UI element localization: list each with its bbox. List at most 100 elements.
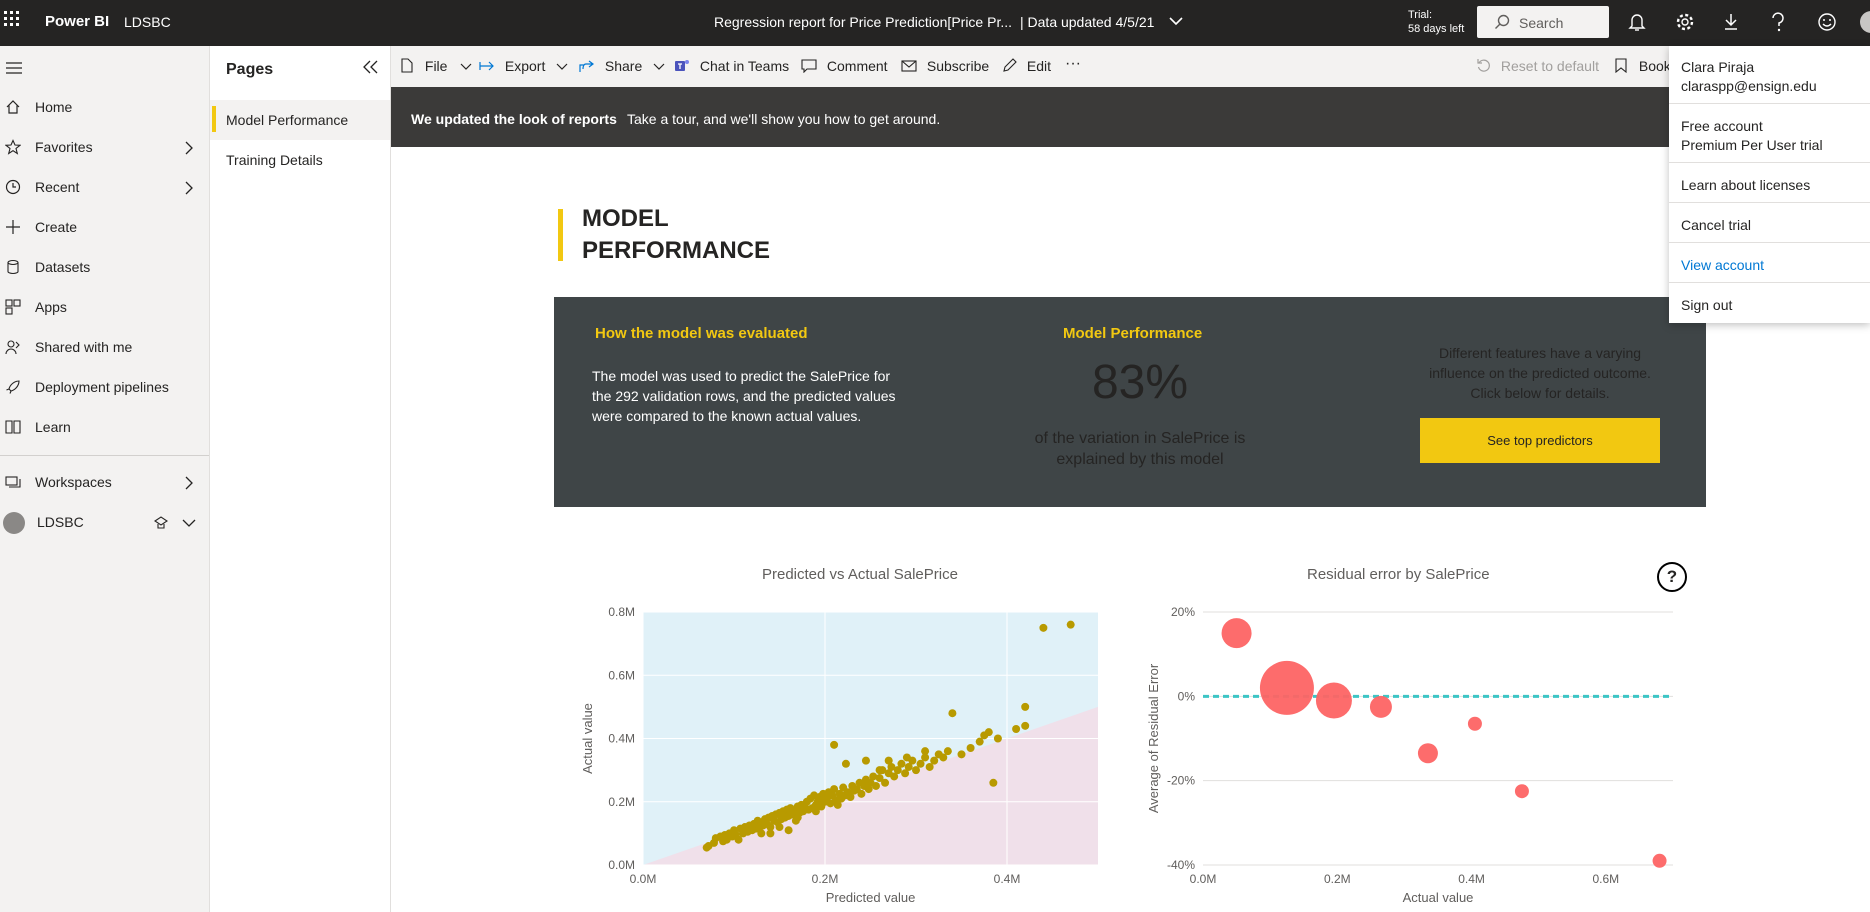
y-tick-label: 20% — [1171, 605, 1195, 619]
book-icon — [5, 420, 21, 434]
bookmarks-button[interactable]: Book — [1615, 58, 1671, 74]
tour-banner[interactable]: We updated the look of reports Take a to… — [391, 87, 1670, 147]
x-tick-label: 0.4M — [1458, 872, 1485, 886]
residual-bubble — [1417, 743, 1438, 764]
nav-label: Datasets — [35, 259, 91, 275]
nav-label: Favorites — [35, 139, 93, 155]
export-icon — [479, 61, 494, 71]
chevron-down-icon — [653, 63, 665, 70]
nav-datasets[interactable]: Datasets — [0, 251, 209, 285]
nav-label: Workspaces — [35, 474, 112, 490]
trial-label: Trial: — [1408, 9, 1433, 21]
data-point — [830, 740, 839, 749]
sign-out-item[interactable]: Sign out — [1681, 297, 1732, 313]
download-icon[interactable] — [1722, 12, 1740, 32]
rocket-icon — [6, 380, 20, 394]
smiley-icon[interactable] — [1817, 12, 1837, 32]
edit-button[interactable]: Edit — [1002, 58, 1051, 74]
data-point — [757, 829, 766, 838]
x-tick-label: 0.0M — [630, 872, 657, 886]
x-tick-label: 0.2M — [812, 872, 839, 886]
nav-favorites[interactable]: Favorites — [0, 131, 209, 165]
help-icon[interactable] — [1771, 12, 1785, 32]
bell-icon[interactable] — [1628, 12, 1646, 32]
bookmark-icon — [1615, 58, 1627, 74]
nav-workspaces[interactable]: Workspaces — [0, 466, 209, 500]
chevron-down-icon[interactable] — [182, 518, 196, 528]
chevron-down-icon[interactable] — [1169, 16, 1183, 26]
predicted-vs-actual-chart[interactable]: 0.0M 0.2M 0.4M 0.6M 0.8M 0.0M 0.2M 0.4M Predicte… — [570, 596, 1110, 912]
data-point — [811, 807, 820, 816]
view-account-link[interactable]: View account — [1681, 257, 1764, 273]
teams-icon — [675, 60, 689, 71]
data-point — [966, 743, 975, 752]
file-menu[interactable]: File — [401, 58, 472, 74]
comment-button[interactable]: Comment — [801, 58, 888, 74]
data-point — [902, 753, 911, 762]
help-button[interactable]: ? — [1657, 562, 1687, 592]
y-axis-label: Actual value — [580, 703, 595, 774]
subscribe-label: Subscribe — [926, 58, 990, 74]
features-text: Different features have a varying influe… — [1429, 345, 1651, 401]
reset-to-default-button[interactable]: Reset to default — [1476, 58, 1599, 74]
brand-name[interactable]: Power BI — [45, 13, 109, 30]
top-bar: Power BI LDSBC Regression report for Pri… — [0, 0, 1870, 46]
page-tab-training-details[interactable]: Training Details — [210, 140, 390, 180]
page-tab-model-performance[interactable]: Model Performance — [210, 100, 390, 140]
data-point — [1021, 702, 1030, 711]
shared-icon — [5, 340, 20, 355]
gear-icon[interactable] — [1675, 12, 1695, 32]
nav-shared-with-me[interactable]: Shared with me — [0, 331, 209, 365]
search-box[interactable]: Search — [1477, 6, 1609, 38]
nav-apps[interactable]: Apps — [0, 291, 209, 325]
page-title: MODEL PERFORMANCE — [582, 203, 802, 267]
chevron-right-icon — [185, 476, 193, 490]
chevron-right-icon — [185, 181, 193, 195]
app-launcher-icon[interactable] — [4, 11, 22, 29]
data-point — [793, 813, 802, 822]
cancel-trial-item[interactable]: Cancel trial — [1681, 217, 1751, 233]
collapse-icon[interactable] — [362, 59, 380, 75]
banner-message: Take a tour, and we'll show you how to g… — [627, 111, 941, 127]
plus-icon — [6, 220, 20, 234]
performance-caption: of the variation in SalePrice is explain… — [1034, 430, 1246, 468]
data-point — [884, 756, 893, 765]
performance-value: 83% — [1091, 356, 1189, 409]
data-updated-label[interactable]: | Data updated 4/5/21 — [1020, 14, 1154, 30]
mail-icon — [901, 60, 917, 72]
y-tick-label: 0.2M — [608, 795, 635, 809]
learn-about-licenses-item[interactable]: Learn about licenses — [1681, 177, 1810, 193]
hamburger-icon[interactable] — [6, 62, 22, 74]
nav-create[interactable]: Create — [0, 211, 209, 245]
title-accent-bar — [558, 209, 563, 261]
account-email: claraspp@ensign.edu — [1681, 78, 1817, 94]
data-point — [984, 728, 993, 737]
nav-workspace-ldsbc[interactable]: LDSBC — [0, 506, 209, 540]
data-point — [766, 829, 775, 838]
chat-in-teams-button[interactable]: Chat in Teams — [674, 58, 789, 74]
nav-label: Create — [35, 219, 78, 235]
share-menu[interactable]: Share — [579, 58, 665, 74]
nav-deployment-pipelines[interactable]: Deployment pipelines — [0, 371, 209, 405]
residual-error-chart[interactable]: -40% -20% 0% 20% 0.0M 0.2M 0.4M 0.6M Actual valu… — [1130, 596, 1690, 912]
workspace-breadcrumb[interactable]: LDSBC — [124, 14, 171, 30]
share-icon — [579, 60, 594, 72]
chart-title-predicted-vs-actual: Predicted vs Actual SalePrice — [762, 566, 958, 583]
y-tick-label: 0.8M — [608, 605, 635, 619]
more-options-button[interactable]: ··· — [1065, 55, 1081, 73]
see-top-predictors-button[interactable]: See top predictors — [1420, 418, 1660, 463]
y-tick-label: 0% — [1178, 689, 1196, 703]
evaluation-heading: How the model was evaluated — [595, 325, 808, 342]
page-label: Model Performance — [226, 112, 349, 128]
bookmarks-label: Book — [1638, 58, 1671, 74]
data-point — [841, 759, 850, 768]
pages-panel: Pages Model Performance Training Details — [210, 46, 391, 912]
nav-home[interactable]: Home — [0, 91, 209, 125]
nav-recent[interactable]: Recent — [0, 171, 209, 205]
page-title-line1: MODEL — [582, 205, 669, 232]
subscribe-button[interactable]: Subscribe — [901, 58, 989, 74]
home-icon — [6, 100, 20, 114]
nav-learn[interactable]: Learn — [0, 411, 209, 445]
avatar[interactable] — [1860, 11, 1870, 33]
export-menu[interactable]: Export — [479, 58, 568, 74]
